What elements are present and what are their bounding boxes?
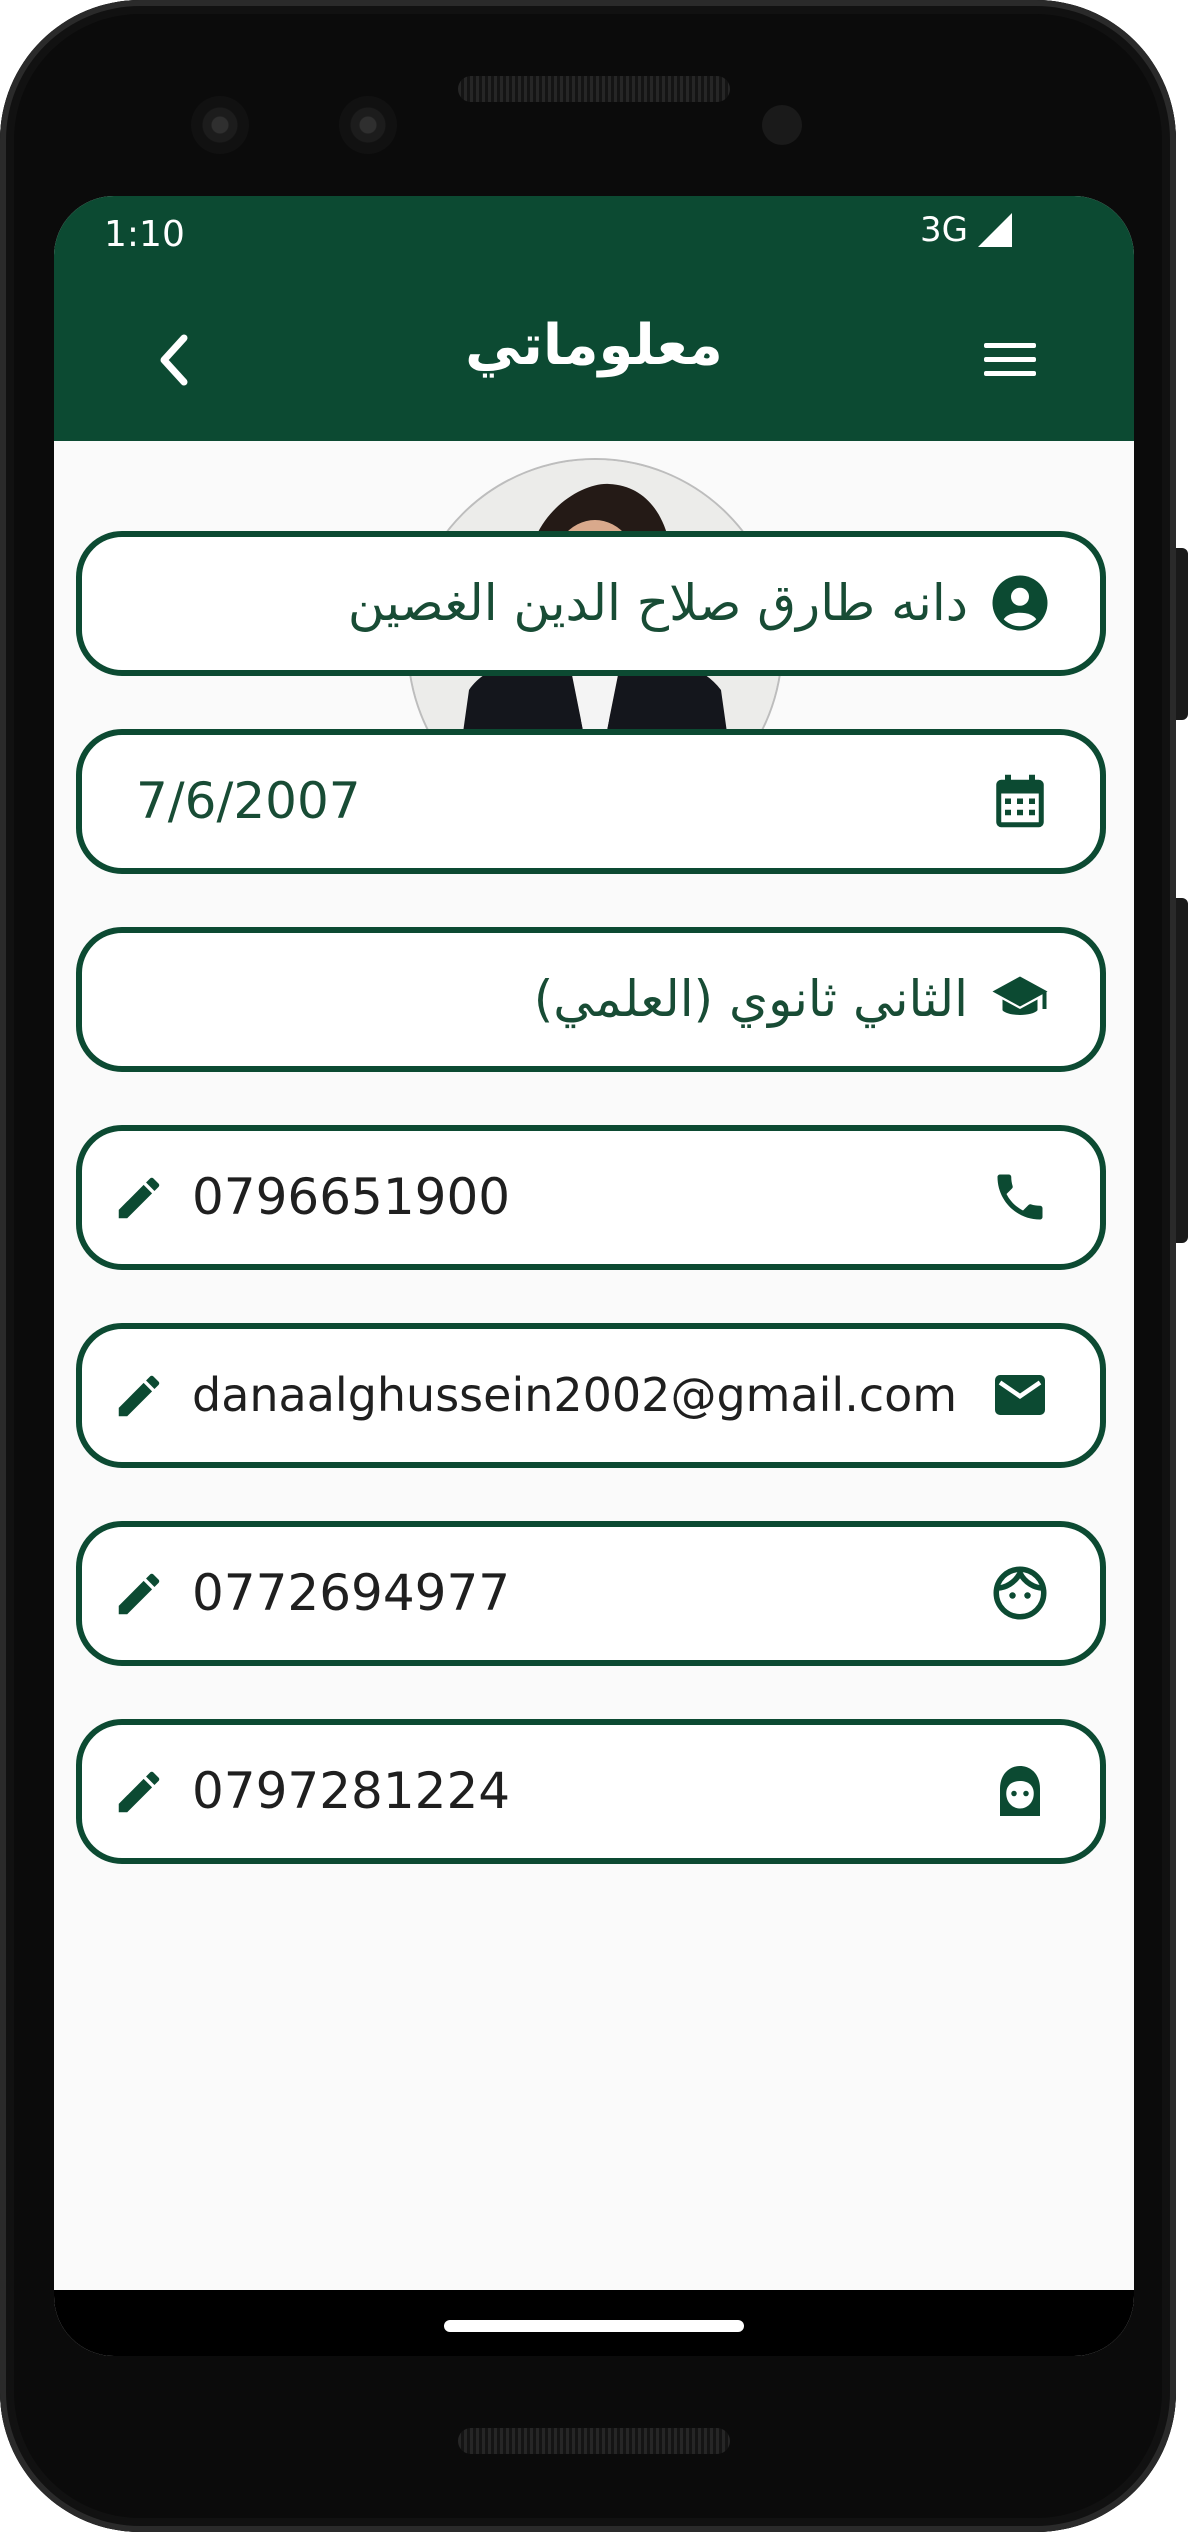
app-screen: 1:10 3G معلوماتي دانه طارق صلاح الدين ال… bbox=[54, 196, 1134, 2356]
calendar-icon bbox=[996, 774, 1044, 828]
volume-button bbox=[1176, 898, 1188, 1243]
network-type: 3G bbox=[920, 210, 968, 250]
face-icon bbox=[993, 1566, 1047, 1620]
account-circle-icon bbox=[992, 575, 1048, 631]
bottom-speaker bbox=[458, 2428, 730, 2454]
graduation-cap-icon bbox=[992, 976, 1048, 1015]
woman-face-icon bbox=[1000, 1766, 1040, 1816]
phone-icon bbox=[997, 1174, 1043, 1220]
power-button bbox=[1176, 548, 1188, 720]
grade-field: الثاني ثانوي (العلمي) bbox=[76, 927, 1106, 1072]
name-field: دانه طارق صلاح الدين الغصين bbox=[76, 531, 1106, 676]
signal-icon bbox=[977, 213, 1012, 247]
earpiece-speaker bbox=[458, 76, 730, 102]
status-time: 1:10 bbox=[104, 214, 185, 255]
phone-frame: 1:10 3G معلوماتي دانه طارق صلاح الدين ال… bbox=[0, 0, 1176, 2532]
phone-field: 0796651900 bbox=[76, 1125, 1106, 1270]
app-bar: 1:10 3G معلوماتي bbox=[54, 196, 1134, 441]
parent2-phone-value: 0797281224 bbox=[192, 1762, 511, 1820]
front-camera-icon bbox=[191, 96, 249, 154]
edit-pencil-icon[interactable] bbox=[112, 1567, 166, 1621]
hamburger-menu-icon bbox=[984, 343, 1036, 376]
home-gesture-bar[interactable] bbox=[444, 2320, 744, 2332]
grade-value: الثاني ثانوي (العلمي) bbox=[533, 970, 968, 1028]
birthdate-field[interactable]: 7/6/2007 bbox=[76, 729, 1106, 874]
parent1-phone-value: 0772694977 bbox=[192, 1564, 511, 1622]
proximity-sensor bbox=[762, 105, 802, 145]
phone-value: 0796651900 bbox=[192, 1168, 511, 1226]
mail-icon bbox=[995, 1375, 1045, 1415]
edit-pencil-icon[interactable] bbox=[112, 1171, 166, 1225]
name-value: دانه طارق صلاح الدين الغصين bbox=[347, 574, 968, 632]
edit-pencil-icon[interactable] bbox=[112, 1369, 166, 1423]
email-field: danaalghussein2002@gmail.com bbox=[76, 1323, 1106, 1468]
menu-button[interactable] bbox=[954, 330, 1066, 390]
parent2-phone-field: 0797281224 bbox=[76, 1719, 1106, 1864]
status-network: 3G bbox=[920, 210, 1012, 250]
email-value: danaalghussein2002@gmail.com bbox=[192, 1368, 958, 1422]
edit-pencil-icon[interactable] bbox=[112, 1765, 166, 1819]
birthdate-value: 7/6/2007 bbox=[136, 772, 361, 830]
parent1-phone-field: 0772694977 bbox=[76, 1521, 1106, 1666]
front-camera-icon bbox=[339, 96, 397, 154]
